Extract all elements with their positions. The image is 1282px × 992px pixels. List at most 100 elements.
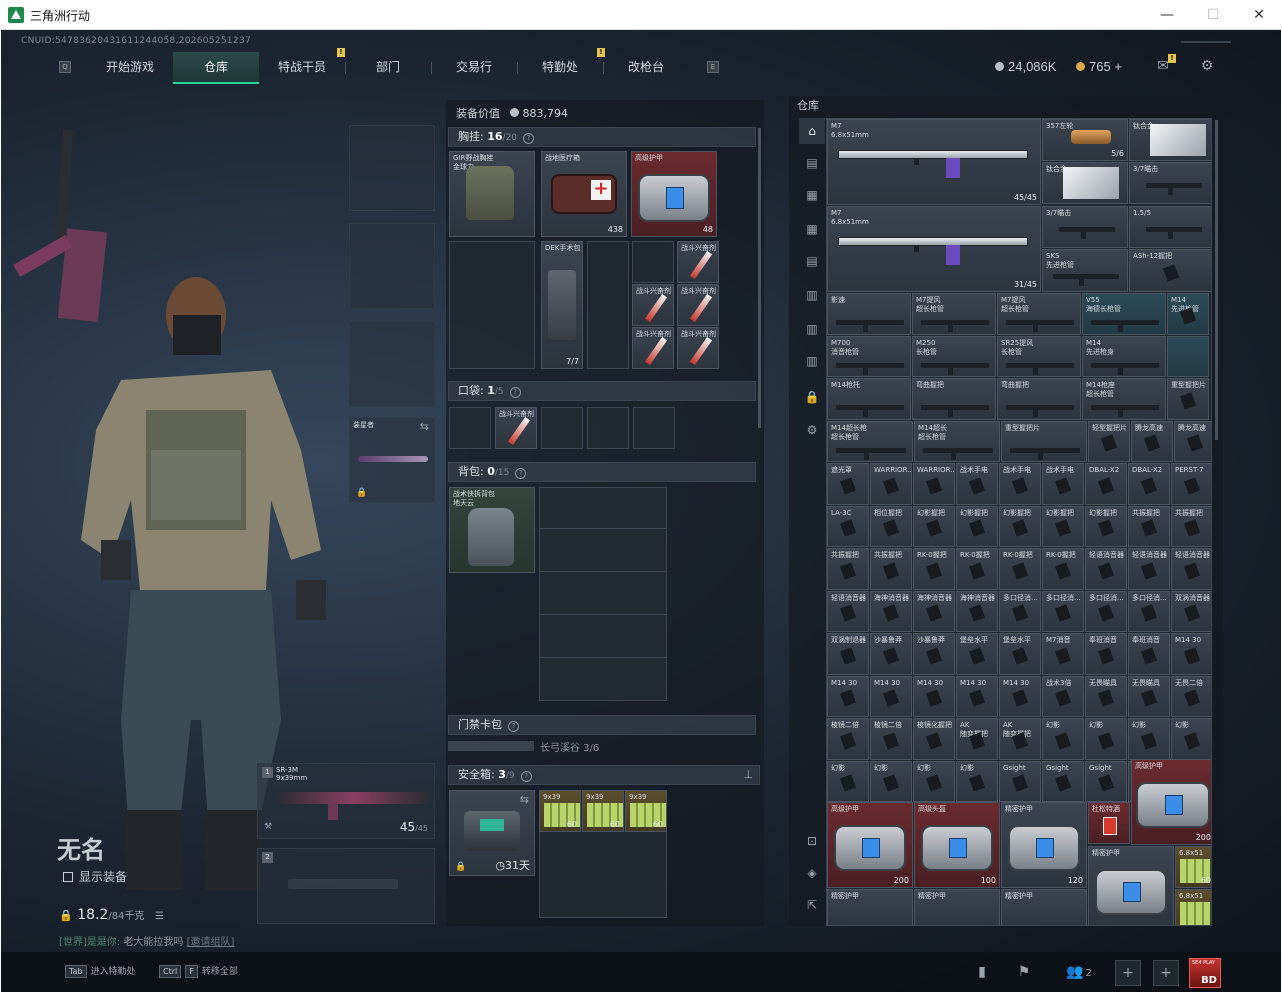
warehouse-item[interactable]: V55 海德长枪管 xyxy=(1082,293,1166,335)
rig-item[interactable]: 战斗兴奋剂 xyxy=(677,241,719,283)
warehouse-item[interactable]: 幻影握把 xyxy=(1085,505,1127,547)
backpack-grid[interactable] xyxy=(539,487,667,701)
warehouse-item[interactable]: 遮光罩 xyxy=(827,463,869,505)
warehouse-item[interactable]: 沙暴鲁莽 xyxy=(870,633,912,675)
invite-link[interactable]: [邀请组队] xyxy=(187,937,235,948)
warehouse-item[interactable]: M7 6.8x51mm 45/45 xyxy=(827,119,1041,205)
rig-item[interactable]: 战斗兴奋剂 xyxy=(677,284,719,326)
warehouse-item[interactable]: 精密护甲 120 xyxy=(1001,802,1087,888)
warehouse-stack-icon[interactable]: ◈ xyxy=(799,860,825,886)
warehouse-item[interactable]: DBAL-X2 xyxy=(1128,463,1170,505)
armor-slot[interactable] xyxy=(349,223,435,309)
warehouse-item[interactable]: SKS 先进枪管ASh-12握把 xyxy=(1129,249,1211,292)
warehouse-item[interactable]: 重型握把片 xyxy=(1001,420,1087,462)
warehouse-item[interactable]: 幻影 xyxy=(1171,718,1211,760)
safebox-ammo[interactable]: 9x39 60 xyxy=(539,790,581,832)
warehouse-item[interactable]: 棱镜二倍 xyxy=(827,718,869,760)
warehouse-item[interactable]: 幻影握把 xyxy=(999,505,1041,547)
primary-weapon-slot-2[interactable]: 2 xyxy=(257,848,435,924)
warehouse-tab-7-icon[interactable]: ▥ xyxy=(799,348,825,374)
warehouse-item[interactable]: 钛合金 xyxy=(1129,119,1211,161)
warehouse-item[interactable]: 棱镜化握把 xyxy=(913,718,955,760)
pocket-slot[interactable] xyxy=(587,407,629,449)
warehouse-item[interactable]: 多口径消... xyxy=(1128,590,1170,632)
warehouse-item[interactable]: SKS 先进枪管 xyxy=(1042,249,1128,292)
warehouse-item[interactable]: 奉班消音 xyxy=(1085,633,1127,675)
tab-market[interactable]: 交易行 xyxy=(431,52,517,84)
rig-item[interactable]: 战地医疗箱 438 xyxy=(541,151,627,237)
warehouse-item[interactable]: 357左轮 5/6 xyxy=(1042,119,1128,161)
pocket-slot[interactable] xyxy=(541,407,583,449)
melee-slot[interactable]: 装星者 ⇆ 🔒 xyxy=(349,417,435,503)
warehouse-item[interactable]: 堡垒水平 xyxy=(999,633,1041,675)
hint-transfer-all[interactable]: Ctrl F 转移全部 xyxy=(159,964,238,978)
tab-special-ops[interactable]: 特勤处 xyxy=(517,52,603,84)
warehouse-item[interactable]: 3/7瞄击 xyxy=(1129,162,1211,204)
help-icon[interactable]: ? xyxy=(509,387,521,398)
pin-icon[interactable]: ⊥ xyxy=(743,766,753,784)
warehouse-item[interactable]: 战术手电 xyxy=(999,463,1041,505)
warehouse-item[interactable]: 轻语消音器 xyxy=(1085,548,1127,590)
tab-warehouse[interactable]: 仓库 xyxy=(173,52,259,84)
warehouse-item[interactable] xyxy=(1167,335,1209,377)
warehouse-item[interactable]: 轻语消音器 xyxy=(1128,548,1170,590)
warehouse-item[interactable]: RK-0握把 xyxy=(1042,548,1084,590)
pocket-item[interactable]: 战斗兴奋剂 xyxy=(495,407,537,449)
warehouse-item[interactable]: 多口径消... xyxy=(1042,590,1084,632)
pocket-slot[interactable] xyxy=(633,407,675,449)
safebox-item[interactable]: ⇆ 🔒 ◷31天 xyxy=(449,790,535,876)
help-icon[interactable]: ? xyxy=(523,133,535,144)
rig-item[interactable]: 战斗兴奋剂 xyxy=(677,327,719,369)
warehouse-item[interactable]: 双涡制退器 xyxy=(827,633,869,675)
warehouse-tab-5-icon[interactable]: ▥ xyxy=(799,282,825,308)
warehouse-item[interactable]: 幻影 xyxy=(827,760,869,802)
safebox-ammo[interactable]: 9x39 60 xyxy=(625,790,667,832)
warehouse-item[interactable]: 海神消音器 xyxy=(956,590,998,632)
warehouse-item[interactable]: 重型握把片 xyxy=(1167,378,1209,420)
warehouse-item[interactable]: M14 30 xyxy=(827,675,869,717)
swap-icon[interactable]: ⇆ xyxy=(420,420,429,433)
warehouse-tab-3-icon[interactable]: ▦ xyxy=(799,216,825,242)
warehouse-item[interactable]: 棱镜二倍 xyxy=(870,718,912,760)
help-icon[interactable]: ? xyxy=(520,771,532,782)
warehouse-item[interactable]: 高级护甲 200 xyxy=(1131,759,1211,845)
stats-icon[interactable]: ▮ xyxy=(969,960,995,986)
tab-operators[interactable]: 特战干员 xyxy=(259,52,345,84)
swap-icon[interactable]: ⇆ xyxy=(520,793,529,806)
safebox-ammo[interactable]: 9x39 60 xyxy=(582,790,624,832)
warehouse-settings-icon[interactable]: ⚙ xyxy=(799,417,825,443)
warehouse-item[interactable]: 堡垒水平 xyxy=(956,633,998,675)
warehouse-item[interactable]: 幻影握把 xyxy=(1042,505,1084,547)
warehouse-item[interactable]: M14超长 超长枪管 xyxy=(914,420,1000,462)
warehouse-item[interactable]: 精密护甲 xyxy=(914,889,1000,925)
warehouse-item[interactable]: 战术手电 xyxy=(1042,463,1084,505)
hint-special-ops[interactable]: Tab 进入特勤处 xyxy=(65,964,136,978)
warehouse-item[interactable]: 幻影 xyxy=(1128,718,1170,760)
rig-item[interactable]: 战斗兴奋剂 xyxy=(632,284,674,326)
warehouse-item[interactable]: Gsight xyxy=(1042,760,1084,802)
warehouse-item[interactable]: M250 长枪管 xyxy=(912,335,996,377)
warehouse-item[interactable]: SR25提风 长枪管 xyxy=(997,335,1081,377)
warehouse-item[interactable]: 多口径消... xyxy=(1085,590,1127,632)
warehouse-item[interactable]: 共振握把 xyxy=(827,548,869,590)
warehouse-item[interactable]: DBAL-X2 xyxy=(1085,463,1127,505)
warehouse-transfer-icon[interactable]: ⇱ xyxy=(799,892,825,918)
warehouse-item[interactable]: M14 先进枪身 xyxy=(1082,335,1166,377)
warehouse-item[interactable]: M7消音 xyxy=(1042,633,1084,675)
nav-next-key-icon[interactable]: E xyxy=(707,61,719,73)
warehouse-item[interactable]: 幻影握把 xyxy=(956,505,998,547)
list-icon[interactable]: ☰ xyxy=(155,911,164,922)
warehouse-item[interactable]: M7 6.8x51mm 31/45 xyxy=(827,206,1041,292)
warehouse-item[interactable]: 杜松特酒 xyxy=(1088,802,1130,844)
warehouse-item[interactable]: 钛合金 xyxy=(1042,162,1128,204)
rig-item[interactable]: GIR野战胸挂 金球力 xyxy=(449,151,535,237)
player-avatar[interactable]: SE4 PLAY BD xyxy=(1189,958,1221,988)
warehouse-item[interactable]: 共振握把 xyxy=(1171,505,1211,547)
warehouse-item[interactable]: M14 30 xyxy=(999,675,1041,717)
warehouse-tab-1-icon[interactable]: ▤ xyxy=(799,150,825,176)
warehouse-item[interactable]: WARRIOR... xyxy=(913,463,955,505)
warehouse-scrollbar[interactable] xyxy=(1215,120,1218,440)
warehouse-item[interactable]: 幻影 xyxy=(870,760,912,802)
warehouse-item[interactable]: M7提风 超长枪管 xyxy=(912,293,996,335)
rig-item[interactable]: 战斗兴奋剂 xyxy=(632,327,674,369)
